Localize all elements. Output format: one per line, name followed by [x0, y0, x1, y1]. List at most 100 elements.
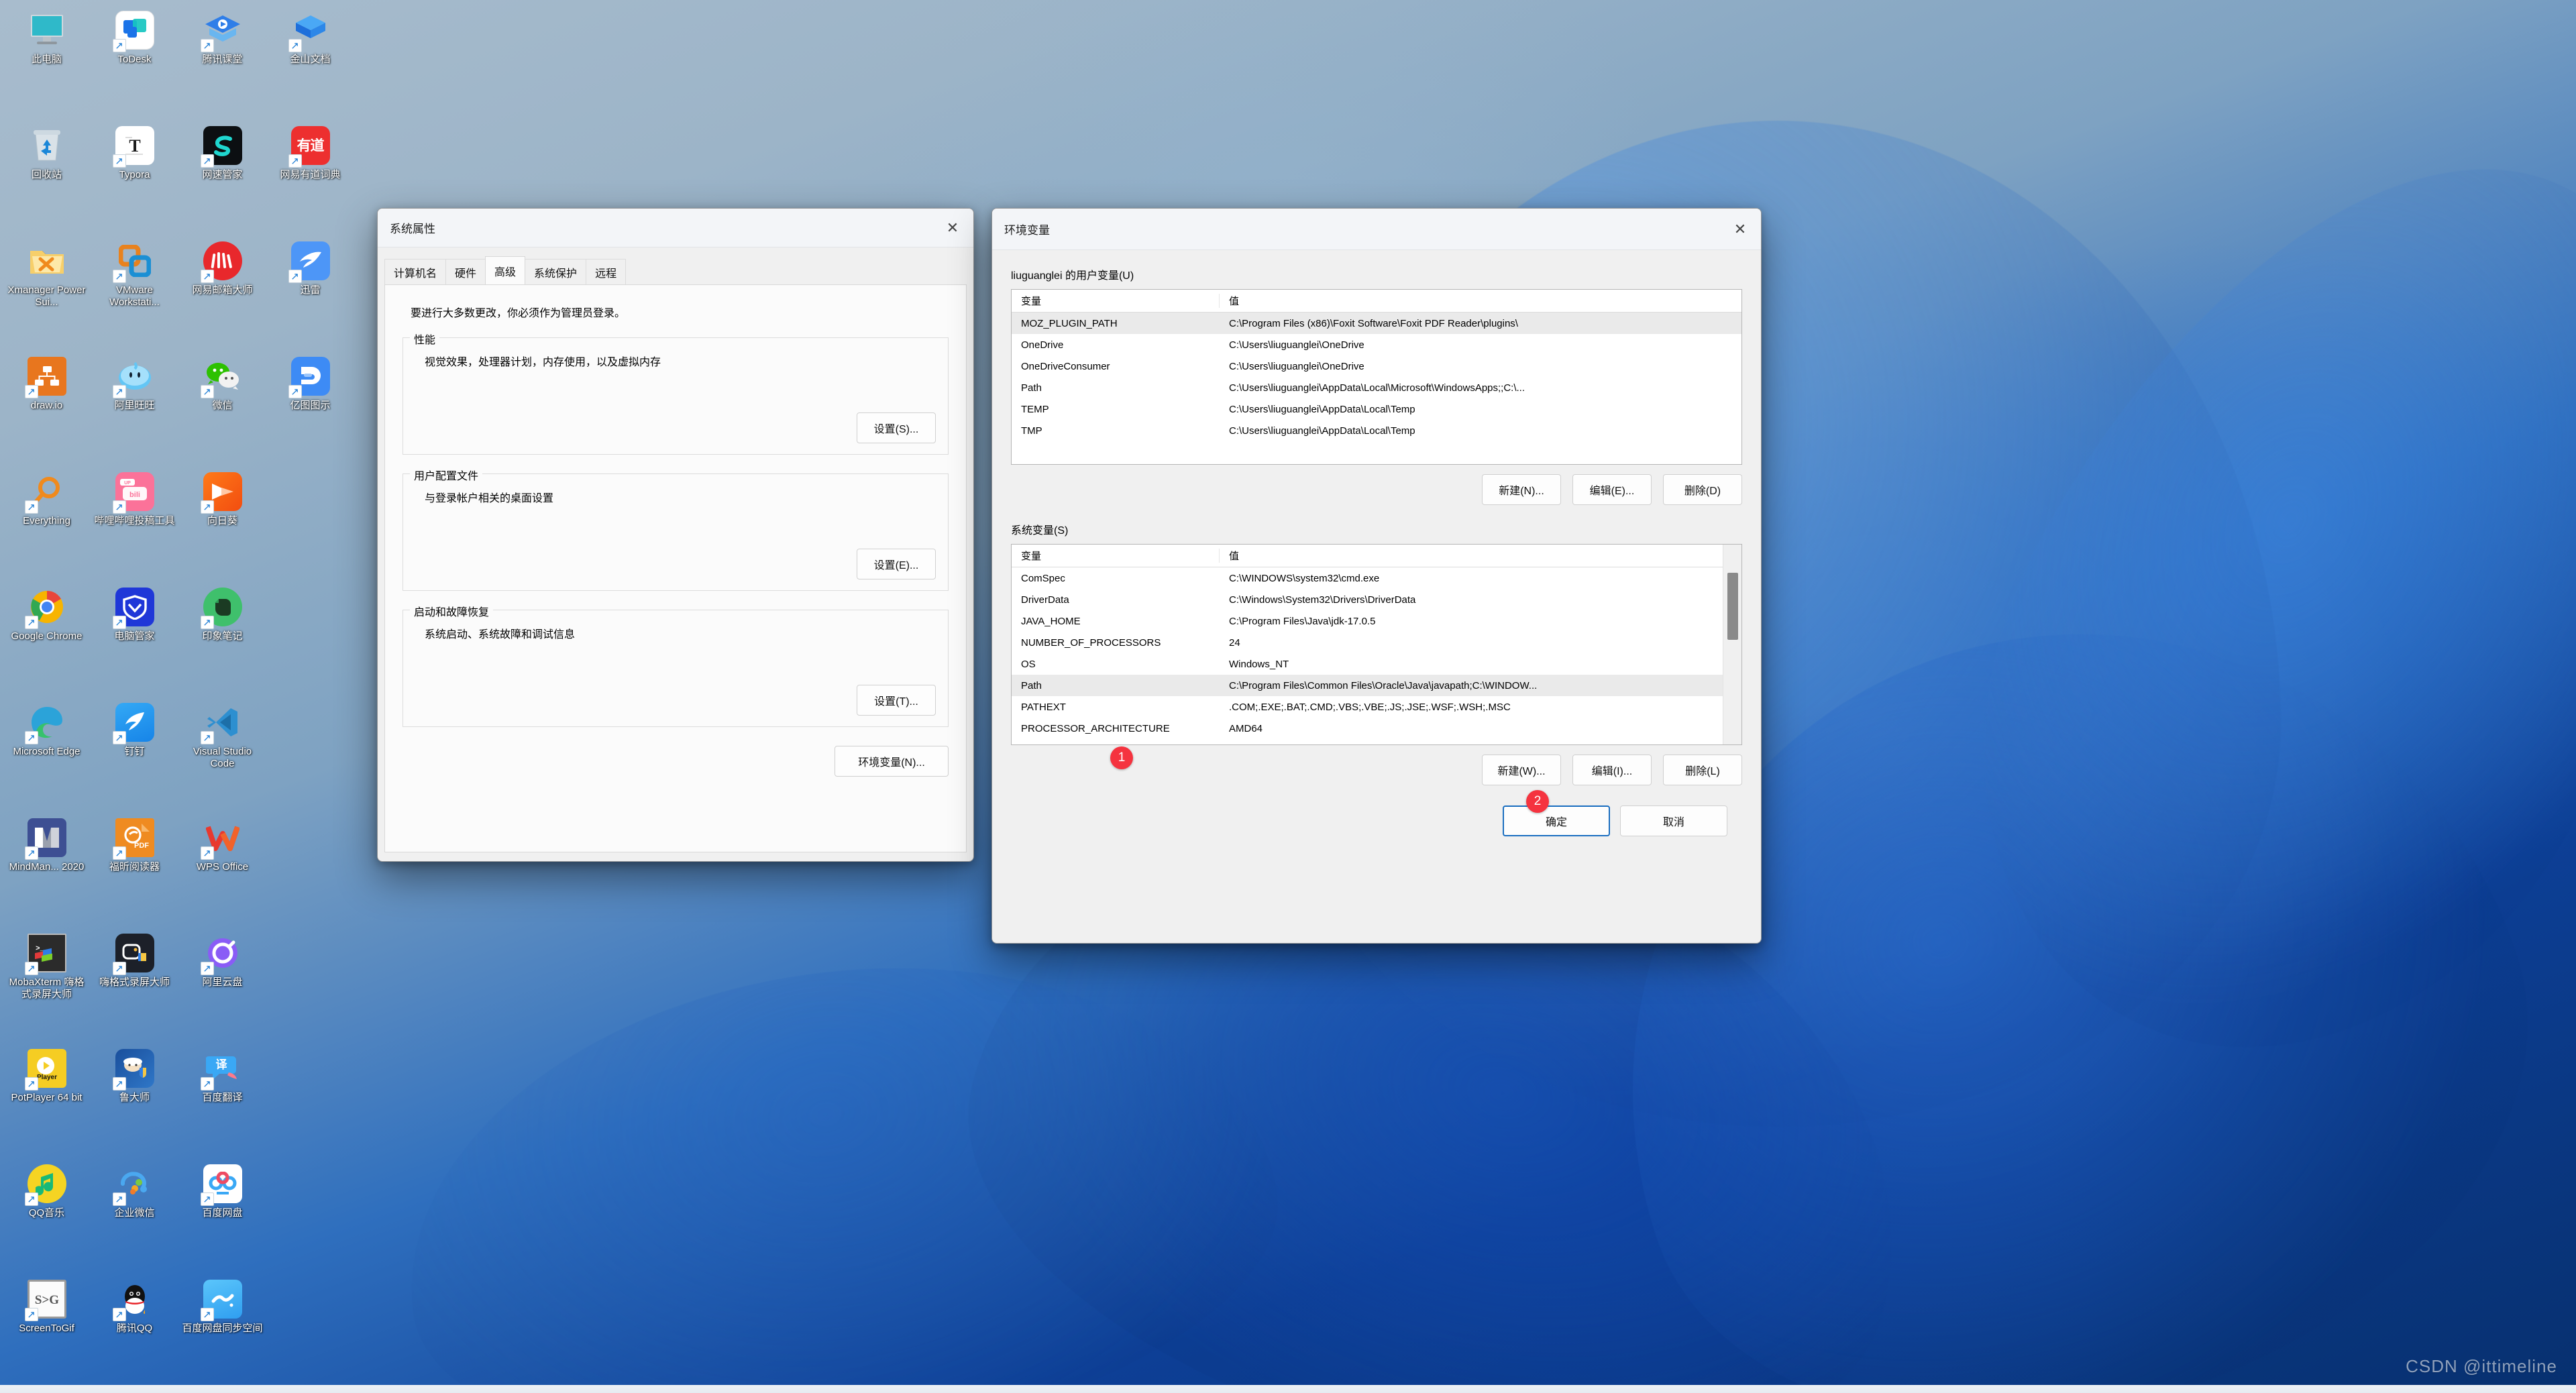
env-cancel-button[interactable]: 取消	[1620, 805, 1727, 836]
desktop-icon-label: 此电脑	[31, 54, 62, 65]
youdao-dict-icon: 有道 ↗	[288, 125, 331, 168]
desktop-icon[interactable]: ↗ 阿里云盘	[178, 927, 266, 1042]
tab-4[interactable]: 远程	[586, 259, 627, 284]
tab-2[interactable]: 高级	[485, 256, 526, 284]
system-variables-rows[interactable]: ComSpec C:\WINDOWS\system32\cmd.exe Driver…	[1012, 567, 1741, 739]
desktop-icon[interactable]: 回收站	[3, 119, 91, 235]
environment-variables-window[interactable]: 环境变量 ✕ liuguanglei 的用户变量(U) 变量 值 MOZ_PLU…	[991, 208, 1762, 944]
table-row[interactable]: ComSpec C:\WINDOWS\system32\cmd.exe	[1012, 567, 1723, 589]
user-profiles-settings-button[interactable]: 设置(E)...	[857, 549, 936, 579]
user-new-button[interactable]: 新建(N)...	[1482, 474, 1561, 505]
desktop-icon[interactable]: 此电脑	[3, 4, 91, 119]
table-row[interactable]: OneDrive C:\Users\liuguanglei\OneDrive	[1012, 334, 1741, 355]
user-edit-button[interactable]: 编辑(E)...	[1572, 474, 1652, 505]
user-variables-listbox[interactable]: 变量 值 MOZ_PLUGIN_PATH C:\Program Files (x8…	[1011, 289, 1742, 465]
table-row[interactable]: NUMBER_OF_PROCESSORS 24	[1012, 632, 1723, 653]
desktop-icon[interactable]: Player ↗ PotPlayer 64 bit	[3, 1042, 91, 1158]
desktop-icon[interactable]: ↗ 嗨格式录屏大师	[91, 927, 178, 1042]
system-new-button[interactable]: 新建(W)...	[1482, 755, 1561, 785]
table-row[interactable]: DriverData C:\Windows\System32\Drivers\Dr…	[1012, 589, 1723, 610]
tab-0[interactable]: 计算机名	[384, 259, 447, 284]
desktop-icon[interactable]: >_ ↗ MobaXterm 嗨格式录屏大师	[3, 927, 91, 1042]
table-row[interactable]: PATHEXT .COM;.EXE;.BAT;.CMD;.VBS;.VBE;.JS…	[1012, 696, 1723, 718]
qq-music-icon: ↗	[24, 1163, 68, 1206]
tab-3[interactable]: 系统保护	[525, 259, 587, 284]
desktop-icon[interactable]: ↗ 阿里旺旺	[91, 350, 178, 465]
table-row[interactable]: TEMP C:\Users\liuguanglei\AppData\Local\T…	[1012, 398, 1741, 420]
desktop-icon[interactable]: ↗ 亿图图示	[266, 350, 354, 465]
tab-1[interactable]: 硬件	[445, 259, 486, 284]
user-delete-button[interactable]: 删除(D)	[1663, 474, 1742, 505]
desktop-icon[interactable]: ↗ 企业微信	[91, 1158, 178, 1273]
this-pc-icon	[26, 9, 68, 51]
desktop-icon[interactable]: ↗ MindMan... 2020	[3, 812, 91, 927]
thunder-icon: ↗	[288, 240, 331, 283]
desktop-icon[interactable]: UP bili ↗ 哔哩哔哩投稿工具	[91, 465, 178, 581]
desktop-icon[interactable]: PDF ↗ 福昕阅读器	[91, 812, 178, 927]
desktop-icon[interactable]: ↗ 印象笔记	[178, 581, 266, 696]
desktop-icon[interactable]: ↗ 向日葵	[178, 465, 266, 581]
shortcut-overlay-icon: ↗	[112, 846, 126, 860]
shortcut-overlay-icon: ↗	[24, 385, 38, 398]
desktop-icon[interactable]: ↗ Everything	[3, 465, 91, 581]
user-variables-rows[interactable]: MOZ_PLUGIN_PATH C:\Program Files (x86)\Fo…	[1012, 313, 1741, 441]
desktop-icon[interactable]: ↗ 钉钉	[91, 696, 178, 812]
desktop-icon[interactable]: ↗ QQ音乐	[3, 1158, 91, 1273]
desktop-icon[interactable]: ↗ 百度网盘	[178, 1158, 266, 1273]
desktop-icon[interactable]: T ↗ Typora	[91, 119, 178, 235]
desktop-icon-empty	[266, 1273, 354, 1388]
desktop-icon[interactable]: ↗ 腾讯QQ	[91, 1273, 178, 1388]
desktop-icon[interactable]: ↗ Microsoft Edge	[3, 696, 91, 812]
desktop-icon-empty	[266, 812, 354, 927]
desktop-icon[interactable]: ↗ 网速管家	[178, 119, 266, 235]
desktop-icon[interactable]: 译 ↗ 百度翻译	[178, 1042, 266, 1158]
table-row[interactable]: MOZ_PLUGIN_PATH C:\Program Files (x86)\Fo…	[1012, 313, 1741, 334]
desktop-icon[interactable]: ↗ WPS Office	[178, 812, 266, 927]
shortcut-overlay-icon: ↗	[24, 962, 38, 975]
system-properties-window[interactable]: 系统属性 ✕ 计算机名 硬件 高级 系统保护 远程 要进行大多数更改，你必须作为管理员登…	[377, 208, 974, 862]
desktop-icon[interactable]: ↗ Visual Studio Code	[178, 696, 266, 812]
desktop-icon[interactable]: ↗ 微信	[178, 350, 266, 465]
table-row[interactable]: TMP C:\Users\liuguanglei\AppData\Local\Te…	[1012, 420, 1741, 441]
group-performance: 性能 视觉效果，处理器计划，内存使用，以及虚拟内存 设置(S)...	[402, 331, 949, 455]
close-icon[interactable]: ✕	[1719, 210, 1761, 248]
desktop-icon[interactable]: S>G ↗ ScreenToGif	[3, 1273, 91, 1388]
system-variables-legend: 系统变量(S)	[1011, 525, 1069, 537]
edge-icon: ↗	[24, 702, 68, 744]
table-row[interactable]: Path C:\Users\liuguanglei\AppData\Local\M…	[1012, 377, 1741, 398]
desktop-icon[interactable]: ↗ 鲁大师	[91, 1042, 178, 1158]
desktop-icon[interactable]: ↗ VMware Workstati...	[91, 235, 178, 350]
table-row[interactable]: OneDriveConsumer C:\Users\liuguanglei\One…	[1012, 355, 1741, 377]
system-delete-button[interactable]: 删除(L)	[1663, 755, 1742, 785]
desktop-icon[interactable]: 有道 ↗ 网易有道词典	[266, 119, 354, 235]
table-row[interactable]: JAVA_HOME C:\Program Files\Java\jdk-17.0.…	[1012, 610, 1723, 632]
desktop-icon[interactable]: Xmanager Power Sui...	[3, 235, 91, 350]
startup-recovery-settings-button[interactable]: 设置(T)...	[857, 685, 936, 716]
desktop-icon[interactable]: ↗ 迅雷	[266, 235, 354, 350]
close-icon[interactable]: ✕	[932, 209, 973, 247]
desktop-icon[interactable]: ↗ ToDesk	[91, 4, 178, 119]
shortcut-overlay-icon: ↗	[24, 616, 38, 629]
table-row[interactable]: PROCESSOR_ARCHITECTURE AMD64	[1012, 718, 1723, 739]
desktop-icon[interactable]: ↗ 腾讯课堂	[178, 4, 266, 119]
env-ok-button[interactable]: 确定	[1503, 805, 1610, 836]
system-properties-tabstrip[interactable]: 计算机名 硬件 高级 系统保护 远程	[384, 256, 967, 285]
table-row[interactable]: OS Windows_NT	[1012, 653, 1723, 675]
desktop-icon[interactable]: ↗ draw.io	[3, 350, 91, 465]
system-variables-scrollbar[interactable]	[1723, 545, 1741, 744]
desktop-icon[interactable]: ↗ 百度网盘同步空间	[178, 1273, 266, 1388]
desktop-icon[interactable]: ↗ Google Chrome	[3, 581, 91, 696]
system-edit-button[interactable]: 编辑(I)...	[1572, 755, 1652, 785]
system-variables-listbox[interactable]: 变量 值 ComSpec C:\WINDOWS\system32\cmd.exe D…	[1011, 544, 1742, 745]
shortcut-overlay-icon: ↗	[200, 500, 214, 514]
chrome-icon: ↗	[24, 586, 68, 629]
table-row[interactable]: Path C:\Program Files\Common Files\Oracle…	[1012, 675, 1723, 696]
environment-variables-button[interactable]: 环境变量(N)...	[835, 746, 949, 777]
performance-settings-button[interactable]: 设置(S)...	[857, 412, 936, 443]
desktop-icon[interactable]: ↗ 金山文档	[266, 4, 354, 119]
sunflower-icon: ↗	[200, 471, 244, 514]
desktop-icon[interactable]: ↗ 电脑管家	[91, 581, 178, 696]
desktop-icon[interactable]: ↗ 网易邮箱大师	[178, 235, 266, 350]
variable-value-cell: C:\Users\liuguanglei\AppData\Local\Micro…	[1229, 382, 1525, 394]
scrollbar-thumb[interactable]	[1727, 573, 1738, 640]
